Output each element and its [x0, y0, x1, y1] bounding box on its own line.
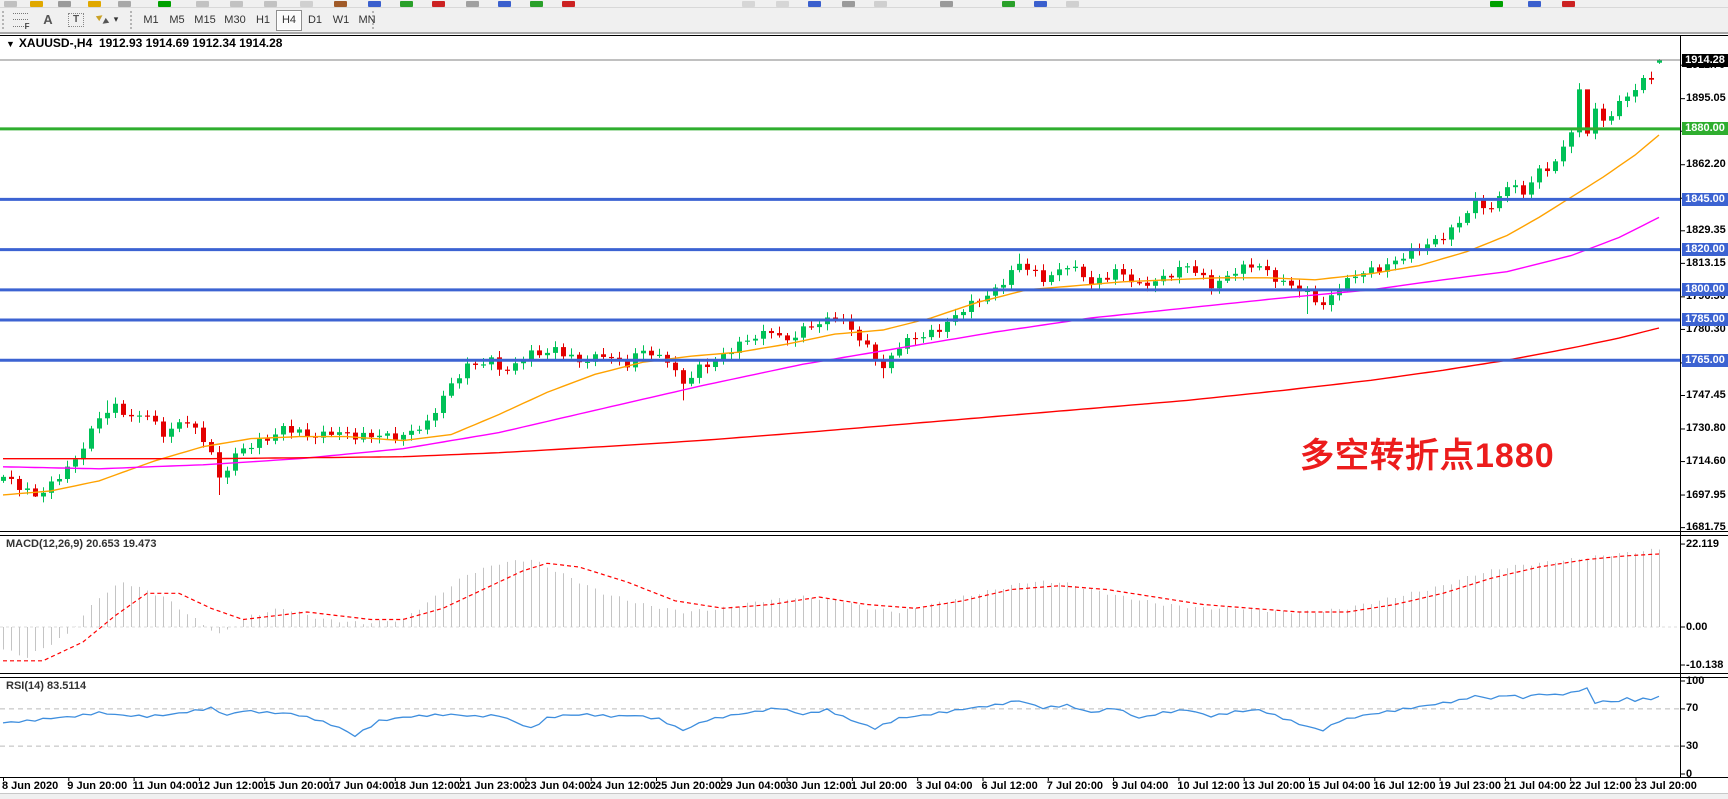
price-tick-label: 1681.75 — [1686, 521, 1728, 533]
time-axis-label: 19 Jul 23:00 — [1439, 780, 1501, 792]
time-axis-label: 25 Jun 20:00 — [655, 780, 721, 792]
symbol-label: XAUUSD-,H4 — [19, 36, 92, 50]
time-axis-label: 21 Jun 23:00 — [459, 780, 525, 792]
time-axis-label: 9 Jun 20:00 — [67, 780, 127, 792]
level-badge-1880.00: 1880.00 — [1682, 122, 1728, 135]
time-axis-label: 6 Jul 12:00 — [982, 780, 1038, 792]
time-axis-label: 22 Jul 12:00 — [1569, 780, 1631, 792]
price-tick-label: 1697.95 — [1686, 489, 1728, 501]
window-bottom-strip — [0, 793, 1728, 799]
macd-scale-label: 0.00 — [1686, 621, 1707, 633]
price-tick-label: 1862.20 — [1686, 158, 1728, 170]
macd-signal-value: 19.473 — [123, 538, 157, 550]
time-axis-label: 23 Jun 04:00 — [524, 780, 590, 792]
time-axis-label: 12 Jun 12:00 — [198, 780, 264, 792]
mt4-window: F A T ▾ M1M5M15M30H1H4D1W1MN ▼XAUUSD-,H4… — [0, 0, 1728, 799]
chart-canvas[interactable] — [0, 0, 1728, 799]
level-badge-1785.00: 1785.00 — [1682, 313, 1728, 326]
price-tick-label: 1829.35 — [1686, 224, 1728, 236]
time-axis-label: 8 Jun 2020 — [2, 780, 58, 792]
time-axis-label: 3 Jul 04:00 — [916, 780, 972, 792]
price-tick-label: 1714.60 — [1686, 455, 1728, 467]
time-axis-label: 9 Jul 04:00 — [1112, 780, 1168, 792]
level-badge-1800.00: 1800.00 — [1682, 283, 1728, 296]
rsi-value: 83.5114 — [47, 680, 86, 692]
time-axis-label: 7 Jul 20:00 — [1047, 780, 1103, 792]
time-axis[interactable]: 8 Jun 2020 9 Jun 20:00 11 Jun 04:0012 Jun … — [0, 778, 1728, 793]
price-tick-label: 1747.45 — [1686, 389, 1728, 401]
time-axis-label: 10 Jul 12:00 — [1177, 780, 1239, 792]
macd-scale-label: -10.138 — [1686, 659, 1723, 671]
time-axis-label: 11 Jun 04:00 — [133, 780, 198, 792]
macd-scale-label: 22.119 — [1686, 538, 1719, 550]
macd-value: 20.653 — [86, 538, 120, 550]
price-axis[interactable]: 1911.701895.051878.851862.201845.551829.… — [1680, 0, 1728, 799]
level-badge-1820.00: 1820.00 — [1682, 243, 1728, 256]
time-axis-label: 1 Jul 20:00 — [851, 780, 907, 792]
time-axis-label: 16 Jul 12:00 — [1373, 780, 1435, 792]
chart-annotation-text: 多空转折点1880 — [1300, 428, 1555, 477]
rsi-scale-label: 70 — [1686, 702, 1698, 714]
time-axis-label: 15 Jul 04:00 — [1308, 780, 1370, 792]
rsi-scale-label: 100 — [1686, 675, 1704, 687]
time-axis-label: 23 Jul 20:00 — [1635, 780, 1697, 792]
price-tick-label: 1730.80 — [1686, 422, 1728, 434]
time-axis-label: 18 Jun 12:00 — [394, 780, 460, 792]
time-axis-label: 24 Jun 12:00 — [590, 780, 656, 792]
level-badge-1765.00: 1765.00 — [1682, 354, 1728, 367]
collapse-arrow-icon: ▼ — [6, 39, 15, 49]
time-axis-label: 15 Jun 20:00 — [263, 780, 329, 792]
chart-title: ▼ XAUUSD-,H4 1912.93 1914.69 1912.34 1914… — [6, 36, 282, 50]
ohlc-values: 1912.93 1914.69 1912.34 1914.28 — [99, 36, 283, 50]
time-axis-label: 17 Jun 04:00 — [329, 780, 395, 792]
time-axis-label: 29 Jun 04:00 — [720, 780, 786, 792]
time-axis-label: 21 Jul 04:00 — [1504, 780, 1566, 792]
price-tick-label: 1895.05 — [1686, 92, 1728, 104]
rsi-indicator-label: RSI(14) 83.5114 — [6, 680, 86, 692]
macd-indicator-label: MACD(12,26,9) 20.653 19.473 — [6, 538, 156, 550]
time-axis-label: 30 Jun 12:00 — [786, 780, 852, 792]
price-tick-label: 1813.15 — [1686, 257, 1728, 269]
time-axis-label: 13 Jul 20:00 — [1243, 780, 1305, 792]
level-badge-1845.00: 1845.00 — [1682, 193, 1728, 206]
rsi-scale-label: 30 — [1686, 740, 1698, 752]
current-price-badge: 1914.28 — [1682, 54, 1728, 67]
